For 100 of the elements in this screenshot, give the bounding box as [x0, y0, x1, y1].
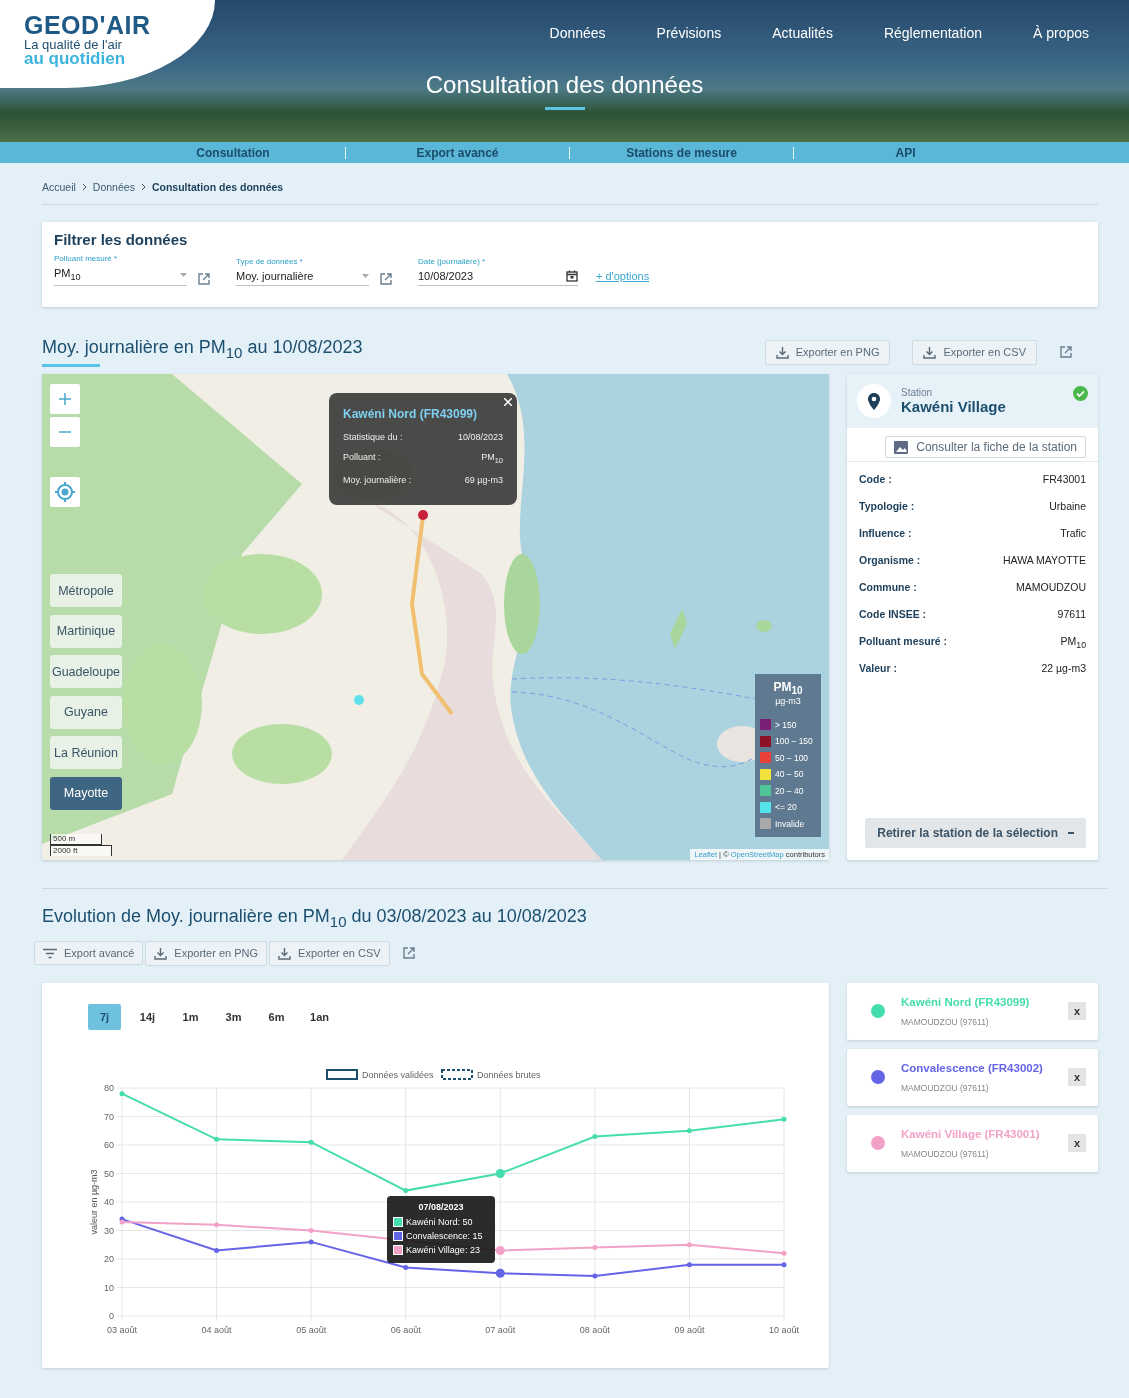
legend-label: 100 – 150	[775, 736, 813, 747]
zoom-in-button[interactable]	[50, 384, 80, 414]
remove-button[interactable]: x	[1068, 1002, 1086, 1021]
axis-tick-label: 60	[104, 1139, 114, 1150]
export-button[interactable]: Exporter en PNG	[145, 940, 268, 966]
export-button[interactable]: Exporter en CSV	[912, 339, 1037, 365]
remove-button[interactable]: x	[1068, 1068, 1086, 1087]
breadcrumb-link[interactable]: Consultation des données	[151, 181, 284, 193]
detail-value: PM$_{10}$	[1059, 634, 1086, 653]
plus-icon	[59, 393, 71, 405]
territory-button[interactable]: La Réunion	[50, 736, 122, 769]
territory-button[interactable]: Guadeloupe	[50, 655, 122, 688]
data-point[interactable]	[308, 1227, 314, 1233]
axis-tick-label: 05 août	[296, 1324, 327, 1335]
data-point[interactable]	[592, 1244, 598, 1250]
range-tab[interactable]: 3m	[217, 1003, 250, 1030]
export-button[interactable]: Exporter en PNG	[764, 339, 891, 365]
select-field[interactable]: Polluant mesuré * PM$_{10}$	[54, 254, 187, 287]
range-tab[interactable]: 1an	[303, 1003, 336, 1030]
legend-swatch	[441, 1068, 473, 1080]
axis-tick-label: 07 août	[485, 1324, 516, 1335]
range-tab[interactable]: 7j	[88, 1003, 121, 1030]
data-point[interactable]	[495, 1268, 505, 1278]
breadcrumb-link[interactable]: Accueil	[42, 181, 76, 193]
range-tab[interactable]: 1m	[174, 1003, 207, 1030]
data-point[interactable]	[403, 1264, 409, 1270]
subnav-link[interactable]: Consultation	[196, 145, 270, 160]
station-place: MAMOUDZOU (97611)	[901, 1016, 990, 1027]
axis-tick-label: 30	[104, 1225, 114, 1236]
download-icon	[775, 345, 789, 359]
date-field[interactable]: Date (journalière) * 10/08/2023	[418, 257, 578, 287]
range-tab[interactable]: 14j	[131, 1003, 164, 1030]
popup-value: 10/08/2023	[457, 432, 503, 442]
external-link-icon[interactable]	[379, 272, 393, 287]
station-place: MAMOUDZOU (97611)	[901, 1082, 990, 1093]
axis-tick-label: 09 août	[674, 1324, 705, 1335]
territory-button[interactable]: Guyane	[50, 695, 122, 729]
nav-link[interactable]: Actualités	[772, 25, 833, 41]
legend-label: <= 20	[775, 802, 797, 813]
axis-tick-label: 70	[104, 1111, 114, 1122]
data-point[interactable]	[308, 1239, 314, 1244]
detail-value: 97611	[1056, 607, 1086, 622]
legend-label: 40 – 50	[775, 769, 804, 780]
select-field[interactable]: Type de données * Moy. journalière	[236, 257, 369, 287]
detail-label: Influence :	[859, 526, 913, 541]
territory-button[interactable]: Métropole	[50, 574, 122, 607]
territory-button[interactable]: Mayotte	[50, 776, 122, 810]
data-point[interactable]	[686, 1261, 692, 1267]
popup-value: PM$_{10}$	[481, 452, 503, 465]
data-point[interactable]	[214, 1221, 220, 1227]
nav-link[interactable]: Prévisions	[656, 25, 722, 41]
data-point[interactable]	[495, 1245, 505, 1255]
breadcrumb-link[interactable]: Données	[92, 181, 135, 193]
detail-value: MAMOUDZOU	[1015, 580, 1086, 595]
external-link-icon[interactable]	[197, 272, 211, 287]
close-icon[interactable]	[504, 398, 512, 406]
external-link-icon[interactable]	[401, 946, 416, 961]
data-point[interactable]	[781, 1261, 787, 1267]
nav-link[interactable]: À propos	[1032, 25, 1089, 41]
popup-label: Polluant :	[343, 452, 381, 464]
calendar-icon[interactable]	[566, 270, 578, 283]
station-marker[interactable]	[418, 510, 428, 520]
remove-button[interactable]: x	[1068, 1134, 1086, 1153]
caret-icon	[362, 274, 369, 279]
nav-link[interactable]: Réglementation	[883, 25, 982, 41]
scale-bar: 2000 ft	[50, 845, 112, 856]
nav-link[interactable]: Données	[549, 25, 606, 41]
station-name: Kawéni Village	[901, 398, 1006, 415]
export-button[interactable]: Export avancé	[34, 941, 144, 966]
remove-station-button[interactable]: Retirer la station de la sélection	[865, 818, 1086, 848]
data-point[interactable]	[119, 1219, 125, 1225]
tooltip-text: Kawéni Nord: 50	[406, 1216, 473, 1227]
axis-tick-label: 20	[104, 1253, 114, 1264]
tooltip-text: Kawéni Village: 23	[406, 1244, 480, 1255]
territory-button[interactable]: Martinique	[50, 614, 122, 648]
station-name[interactable]: Convalescence (FR43002)	[901, 1061, 1043, 1074]
chevron-icon	[81, 183, 87, 191]
axis-tick-label: 06 août	[390, 1324, 421, 1335]
legend-unit: µg-m3	[774, 696, 802, 707]
popup-title: Kawéni Nord (FR43099)	[343, 407, 479, 421]
station-sheet-button[interactable]: Consulter la fiche de la station	[885, 436, 1086, 458]
legend-label: Données brutes	[477, 1069, 541, 1080]
axis-tick-label: 04 août	[201, 1324, 232, 1335]
zoom-out-button[interactable]	[50, 417, 80, 447]
subnav-link[interactable]: API	[895, 145, 916, 160]
station-marker[interactable]	[354, 695, 364, 705]
data-point[interactable]	[781, 1250, 787, 1256]
logo-title[interactable]: GEOD'AIR	[24, 12, 215, 38]
data-point[interactable]	[686, 1241, 692, 1247]
data-point[interactable]	[592, 1273, 598, 1279]
legend-label: > 150	[775, 719, 797, 730]
detail-label: Valeur :	[859, 661, 898, 676]
range-tab[interactable]: 6m	[260, 1003, 293, 1030]
subnav-link[interactable]: Stations de mesure	[626, 145, 737, 160]
locate-button[interactable]	[50, 477, 80, 507]
data-point[interactable]	[214, 1247, 220, 1253]
export-button[interactable]: Exporter en CSV	[269, 940, 390, 966]
external-link-icon[interactable]	[1059, 345, 1073, 359]
subnav-link[interactable]: Export avancé	[416, 145, 499, 160]
scale-bar: 500 m	[50, 834, 102, 845]
